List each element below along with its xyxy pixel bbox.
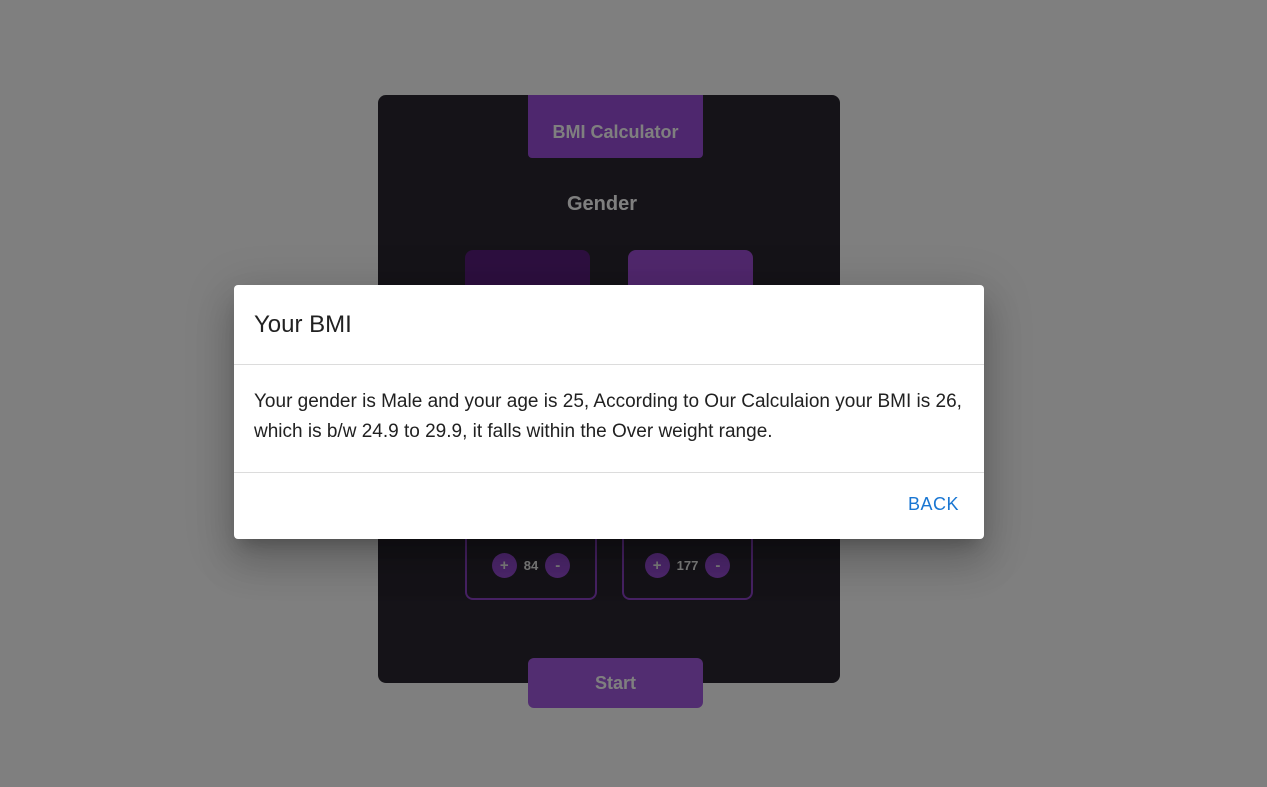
bmi-result-dialog: Your BMI Your gender is Male and your ag… — [234, 285, 984, 539]
back-button[interactable]: BACK — [908, 494, 959, 515]
dialog-title: Your BMI — [234, 285, 984, 365]
dialog-message: Your gender is Male and your age is 25, … — [234, 365, 984, 473]
dialog-actions: BACK — [234, 473, 984, 539]
